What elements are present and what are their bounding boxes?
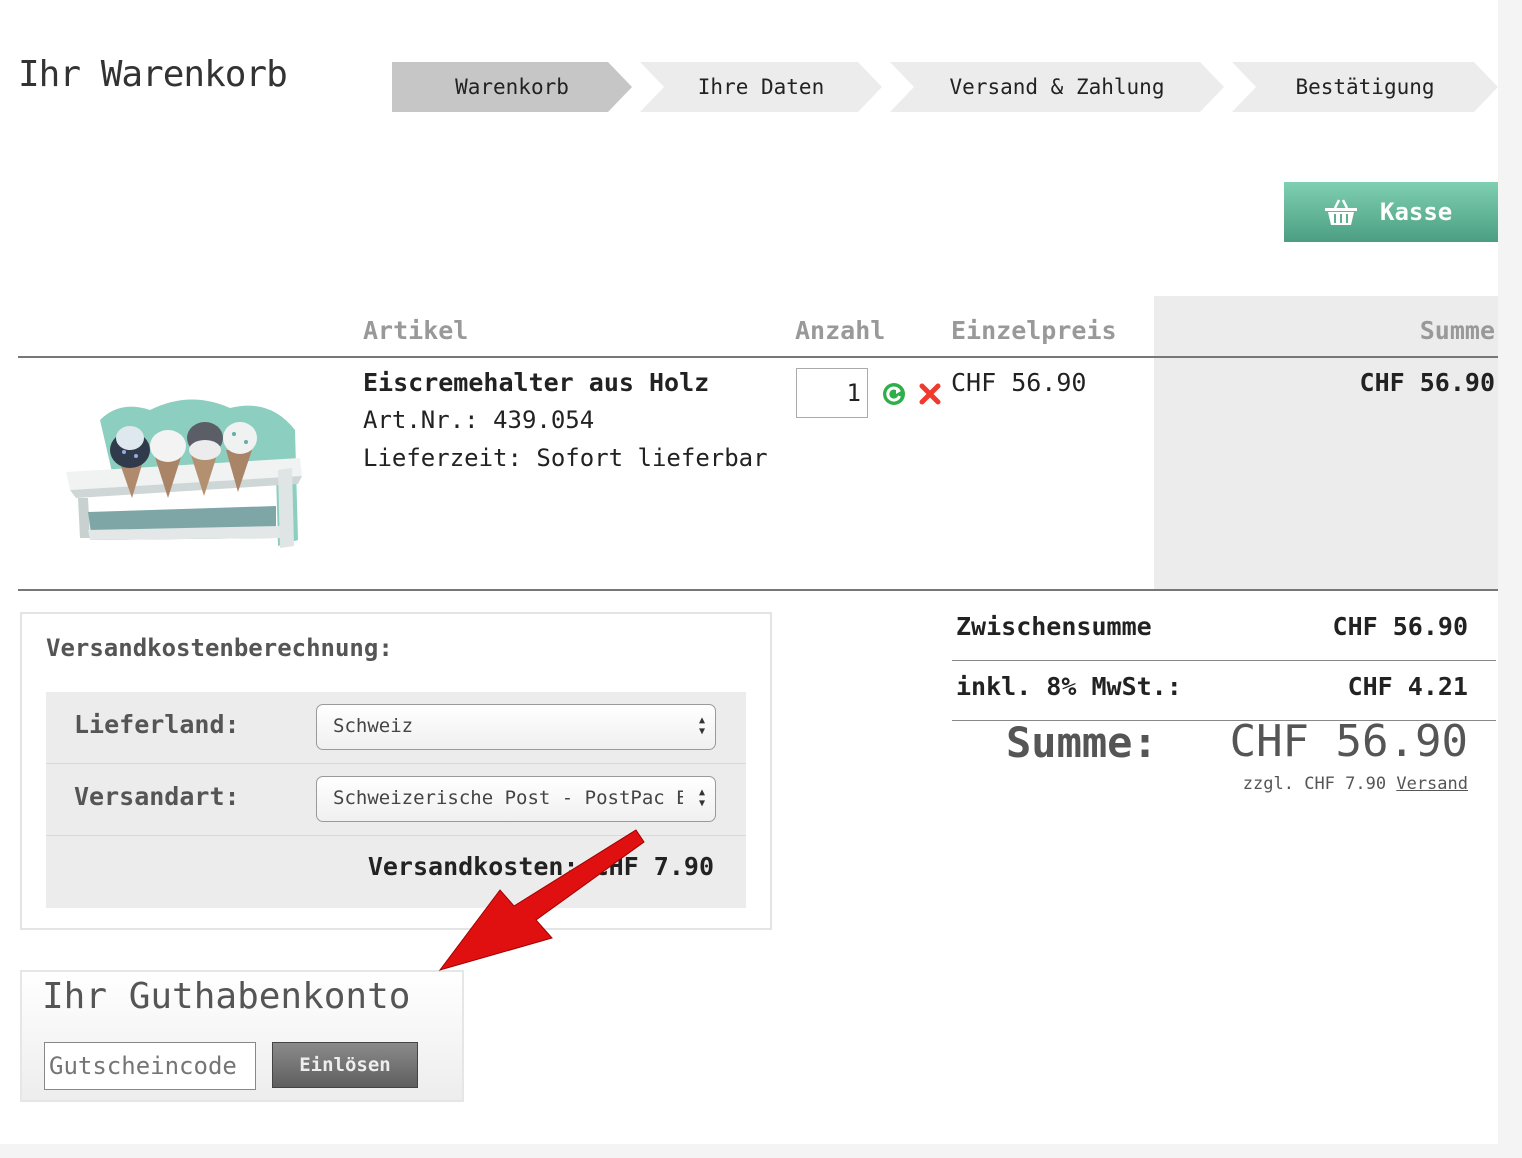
shipping-method-label: Versandart: [74,782,240,811]
step-cart[interactable]: Warenkorb [392,62,632,112]
total-value: CHF 56.90 [1229,716,1468,767]
shipping-method-select[interactable]: Schweizerische Post - PostPac Economy ▲▼ [316,776,716,822]
basket-icon [1325,199,1357,225]
quantity-input[interactable]: 1 [796,368,868,418]
voucher-code-input[interactable] [44,1042,256,1090]
shipping-calculator: Versandkostenberechnung: Lieferland: Sch… [20,612,772,930]
column-header-quantity: Anzahl [795,316,886,345]
step-your-data[interactable]: Ihre Daten [640,62,882,112]
vat-value: CHF 4.21 [1347,672,1468,701]
country-select[interactable]: Schweiz ▲ ▼ [316,704,716,750]
step-shipping-payment[interactable]: Versand & Zahlung [890,62,1224,112]
product-article-number: Art.Nr.: 439.054 [363,406,595,434]
subtotal-value: CHF 56.90 [1332,612,1468,641]
table-header-divider [18,356,1498,358]
total-label: Summe: [1006,718,1158,767]
refresh-icon[interactable] [882,382,906,406]
shipping-country-row: Lieferland: Schweiz ▲ ▼ [46,692,746,764]
line-sum: CHF 56.90 [1359,368,1495,397]
column-header-sum: Summe [1419,316,1495,345]
checkout-button-label: Kasse [1380,198,1453,226]
step-confirmation[interactable]: Bestätigung [1232,62,1498,112]
totals-divider-1 [952,660,1496,661]
product-name[interactable]: Eiscremehalter aus Holz [363,368,709,397]
country-select-value: Schweiz [333,715,414,737]
column-header-unit-price: Einzelpreis [951,316,1117,345]
product-delivery-time: Lieferzeit: Sofort lieferbar [363,444,768,472]
credit-account-title: Ihr Guthabenkonto [42,976,411,1017]
shipping-note-text: zzgl. CHF 7.90 [1242,774,1387,794]
select-arrows-icon: ▲ ▼ [698,787,705,809]
redeem-button[interactable]: Einlösen [272,1042,418,1088]
remove-icon[interactable] [918,382,942,406]
select-arrows-icon: ▲ ▼ [698,715,705,737]
product-image[interactable] [40,380,336,560]
shipping-note: zzgl. CHF 7.90 Versand [1243,774,1468,794]
shipping-method-select-value: Schweizerische Post - PostPac Economy [333,787,683,809]
page-title: Ihr Warenkorb [18,54,288,95]
table-bottom-divider [18,589,1498,591]
credit-account-box: Ihr Guthabenkonto Einlösen [20,970,464,1102]
checkout-button[interactable]: Kasse [1284,182,1498,242]
column-header-article: Artikel [363,316,469,345]
vat-label: inkl. 8% MwSt.: [956,672,1182,701]
cart-page: Ihr Warenkorb Warenkorb Ihre Daten Versa… [0,0,1498,1144]
shipping-calculator-title: Versandkostenberechnung: [46,634,393,662]
annotation-arrow-icon [438,829,645,971]
country-label: Lieferland: [74,710,240,739]
subtotal-label: Zwischensumme [956,612,1152,641]
unit-price: CHF 56.90 [951,368,1087,397]
shipping-info-link[interactable]: Versand [1396,774,1468,794]
